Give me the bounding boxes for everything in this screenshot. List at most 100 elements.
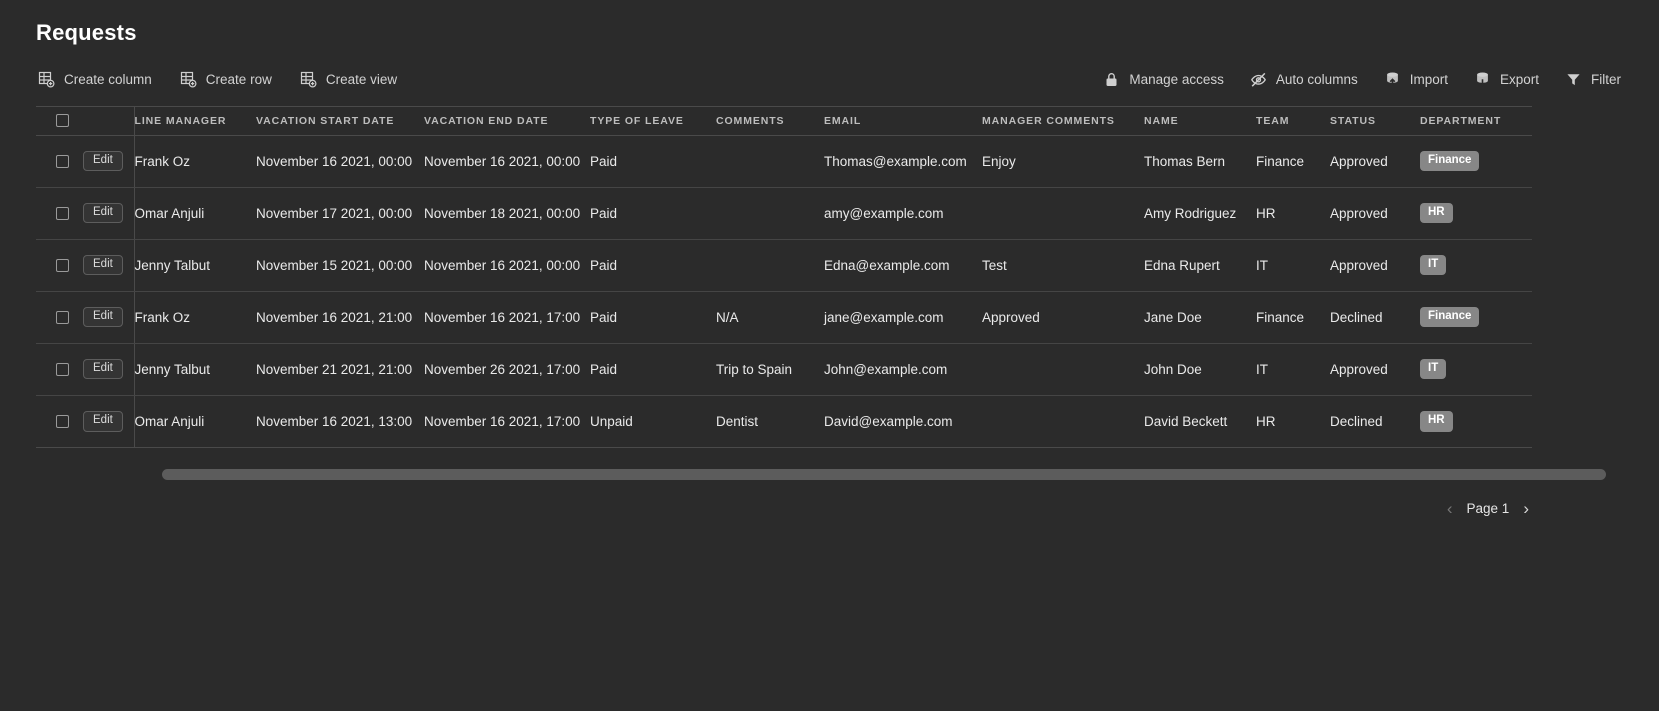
cell-status[interactable]: Approved — [1330, 239, 1420, 292]
column-header-name[interactable]: NAME — [1144, 107, 1256, 136]
chevron-right-icon[interactable]: › — [1523, 500, 1529, 517]
cell-name[interactable]: Jane Doe — [1144, 291, 1256, 344]
column-header-status[interactable]: STATUS — [1330, 107, 1420, 136]
cell-vacation-start-date[interactable]: November 16 2021, 13:00 — [256, 395, 424, 447]
cell-team[interactable]: HR — [1256, 395, 1330, 447]
cell-type-of-leave[interactable]: Paid — [590, 239, 716, 292]
auto-columns-button[interactable]: Auto columns — [1248, 69, 1360, 90]
cell-status[interactable]: Declined — [1330, 291, 1420, 344]
cell-type-of-leave[interactable]: Paid — [590, 291, 716, 344]
cell-department[interactable]: IT — [1420, 239, 1532, 292]
select-all-checkbox[interactable] — [56, 114, 69, 128]
cell-manager-comments[interactable]: Enjoy — [982, 135, 1144, 188]
cell-vacation-end-date[interactable]: November 26 2021, 17:00 — [424, 343, 590, 396]
cell-vacation-start-date[interactable]: November 16 2021, 21:00 — [256, 291, 424, 344]
cell-department[interactable]: HR — [1420, 187, 1532, 240]
cell-comments[interactable]: Trip to Spain — [716, 343, 824, 396]
table-row[interactable]: Edit Frank Oz November 16 2021, 00:00 No… — [36, 135, 1532, 188]
edit-row-button[interactable]: Edit — [83, 150, 123, 172]
table-row[interactable]: Edit Frank Oz November 16 2021, 21:00 No… — [36, 291, 1532, 344]
cell-status[interactable]: Approved — [1330, 135, 1420, 188]
create-row-button[interactable]: Create row — [178, 69, 274, 90]
cell-name[interactable]: Thomas Bern — [1144, 135, 1256, 188]
cell-type-of-leave[interactable]: Paid — [590, 135, 716, 188]
export-button[interactable]: Export — [1472, 69, 1541, 90]
cell-comments[interactable]: N/A — [716, 291, 824, 344]
cell-team[interactable]: Finance — [1256, 291, 1330, 344]
cell-manager-comments[interactable]: Approved — [982, 291, 1144, 344]
manage-access-button[interactable]: Manage access — [1101, 69, 1226, 90]
edit-row-button[interactable]: Edit — [83, 358, 123, 380]
cell-vacation-start-date[interactable]: November 21 2021, 21:00 — [256, 343, 424, 396]
column-header-team[interactable]: TEAM — [1256, 107, 1330, 136]
edit-row-button[interactable]: Edit — [83, 202, 123, 224]
create-column-button[interactable]: Create column — [36, 69, 154, 90]
row-checkbox[interactable] — [56, 154, 69, 168]
chevron-left-icon[interactable]: ‹ — [1447, 500, 1453, 517]
column-header-vacation-end-date[interactable]: VACATION END DATE — [424, 107, 590, 136]
cell-type-of-leave[interactable]: Unpaid — [590, 395, 716, 447]
cell-comments[interactable] — [716, 239, 824, 292]
filter-button[interactable]: Filter — [1563, 69, 1623, 90]
table-row[interactable]: Edit Omar Anjuli November 16 2021, 13:00… — [36, 395, 1532, 447]
cell-line-manager[interactable]: Jenny Talbut — [134, 343, 256, 396]
cell-vacation-end-date[interactable]: November 16 2021, 00:00 — [424, 135, 590, 188]
cell-manager-comments[interactable]: Test — [982, 239, 1144, 292]
cell-team[interactable]: IT — [1256, 343, 1330, 396]
cell-vacation-end-date[interactable]: November 16 2021, 17:00 — [424, 291, 590, 344]
edit-row-button[interactable]: Edit — [83, 254, 123, 276]
column-header-comments[interactable]: COMMENTS — [716, 107, 824, 136]
cell-manager-comments[interactable] — [982, 395, 1144, 447]
cell-name[interactable]: John Doe — [1144, 343, 1256, 396]
column-header-email[interactable]: EMAIL — [824, 107, 982, 136]
cell-email[interactable]: David@example.com — [824, 395, 982, 447]
column-header-line-manager[interactable]: LINE MANAGER — [134, 107, 256, 136]
horizontal-scrollbar[interactable] — [134, 469, 1634, 480]
row-checkbox[interactable] — [56, 362, 69, 376]
import-button[interactable]: Import — [1382, 69, 1450, 90]
cell-team[interactable]: Finance — [1256, 135, 1330, 188]
cell-vacation-end-date[interactable]: November 16 2021, 00:00 — [424, 239, 590, 292]
row-checkbox[interactable] — [56, 414, 69, 428]
cell-line-manager[interactable]: Jenny Talbut — [134, 239, 256, 292]
cell-manager-comments[interactable] — [982, 343, 1144, 396]
create-view-button[interactable]: Create view — [298, 69, 399, 90]
column-header-vacation-start-date[interactable]: VACATION START DATE — [256, 107, 424, 136]
cell-manager-comments[interactable] — [982, 187, 1144, 240]
edit-row-button[interactable]: Edit — [83, 411, 123, 432]
row-checkbox[interactable] — [56, 258, 69, 272]
cell-type-of-leave[interactable]: Paid — [590, 187, 716, 240]
cell-line-manager[interactable]: Frank Oz — [134, 135, 256, 188]
cell-email[interactable]: Edna@example.com — [824, 239, 982, 292]
column-header-manager-comments[interactable]: MANAGER COMMENTS — [982, 107, 1144, 136]
cell-email[interactable]: jane@example.com — [824, 291, 982, 344]
cell-status[interactable]: Approved — [1330, 343, 1420, 396]
cell-line-manager[interactable]: Frank Oz — [134, 291, 256, 344]
table-row[interactable]: Edit Omar Anjuli November 17 2021, 00:00… — [36, 187, 1532, 240]
table-row[interactable]: Edit Jenny Talbut November 15 2021, 00:0… — [36, 239, 1532, 292]
cell-vacation-start-date[interactable]: November 15 2021, 00:00 — [256, 239, 424, 292]
cell-email[interactable]: Thomas@example.com — [824, 135, 982, 188]
cell-email[interactable]: John@example.com — [824, 343, 982, 396]
edit-row-button[interactable]: Edit — [83, 306, 123, 328]
cell-name[interactable]: Edna Rupert — [1144, 239, 1256, 292]
column-header-department[interactable]: DEPARTMENT — [1420, 107, 1532, 136]
cell-comments[interactable]: Dentist — [716, 395, 824, 447]
cell-type-of-leave[interactable]: Paid — [590, 343, 716, 396]
cell-vacation-start-date[interactable]: November 16 2021, 00:00 — [256, 135, 424, 188]
cell-status[interactable]: Approved — [1330, 187, 1420, 240]
cell-vacation-end-date[interactable]: November 18 2021, 00:00 — [424, 187, 590, 240]
cell-line-manager[interactable]: Omar Anjuli — [134, 187, 256, 240]
row-checkbox[interactable] — [56, 206, 69, 220]
cell-name[interactable]: Amy Rodriguez — [1144, 187, 1256, 240]
cell-team[interactable]: IT — [1256, 239, 1330, 292]
cell-vacation-end-date[interactable]: November 16 2021, 17:00 — [424, 395, 590, 447]
cell-department[interactable]: Finance — [1420, 291, 1532, 344]
cell-email[interactable]: amy@example.com — [824, 187, 982, 240]
cell-team[interactable]: HR — [1256, 187, 1330, 240]
cell-vacation-start-date[interactable]: November 17 2021, 00:00 — [256, 187, 424, 240]
column-header-type-of-leave[interactable]: TYPE OF LEAVE — [590, 107, 716, 136]
cell-comments[interactable] — [716, 135, 824, 188]
cell-department[interactable]: IT — [1420, 343, 1532, 396]
cell-department[interactable]: HR — [1420, 395, 1532, 447]
